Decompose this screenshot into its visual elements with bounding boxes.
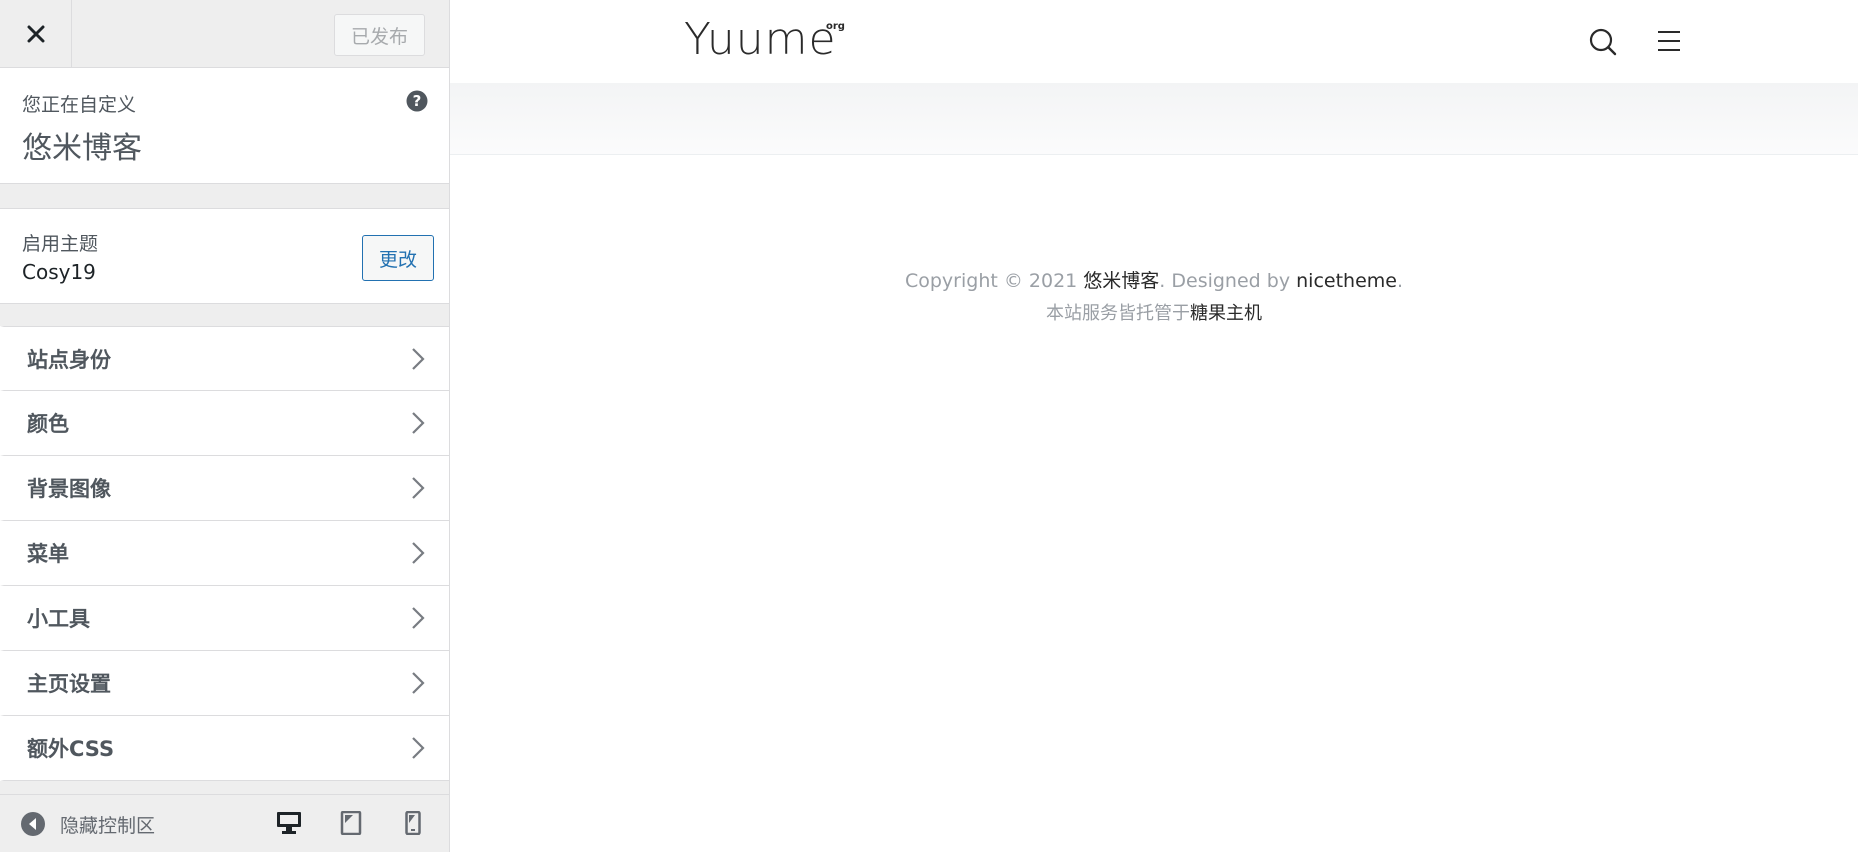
nav-menu-button[interactable]: [1657, 30, 1681, 56]
site-preview: Yuume org Copyright © 2021 悠米博客. Designe…: [450, 0, 1858, 852]
hosting-link[interactable]: 糖果主机: [1190, 303, 1262, 324]
customizer-sections: 站点身份 颜色 背景图像 菜单 小工具 主页设置 额外CSS: [0, 326, 449, 781]
tablet-preview-button[interactable]: [335, 807, 367, 839]
svg-text:?: ?: [413, 92, 422, 110]
section-homepage-settings[interactable]: 主页设置: [0, 651, 449, 716]
active-theme-panel: 启用主题 Cosy19 更改: [0, 208, 449, 304]
collapse-arrow-icon: [21, 812, 45, 836]
section-label: 背景图像: [27, 477, 111, 501]
site-title: 悠米博客: [22, 131, 142, 166]
mobile-icon: [405, 811, 421, 835]
search-icon: [1589, 28, 1617, 56]
section-label: 菜单: [27, 542, 69, 566]
chevron-right-icon: [412, 348, 425, 370]
close-icon: [27, 25, 44, 42]
section-additional-css[interactable]: 额外CSS: [0, 716, 449, 781]
site-logo[interactable]: Yuume: [684, 14, 837, 65]
mobile-preview-button[interactable]: [397, 807, 429, 839]
customizer-sidebar: 已发布 您正在自定义 悠米博客 ? 启用主题 Cosy19 更改 站点身份 颜色…: [0, 0, 450, 852]
chevron-right-icon: [412, 412, 425, 434]
section-background-image[interactable]: 背景图像: [0, 456, 449, 521]
help-icon: ?: [406, 90, 428, 112]
hosting-prefix: 本站服务皆托管于: [1046, 303, 1190, 324]
tablet-icon: [340, 811, 362, 835]
section-widgets[interactable]: 小工具: [0, 586, 449, 651]
collapse-label: 隐藏控制区: [60, 814, 156, 837]
help-button[interactable]: ?: [406, 90, 428, 116]
site-logo-suffix: org: [826, 21, 845, 32]
section-menus[interactable]: 菜单: [0, 521, 449, 586]
search-button[interactable]: [1589, 28, 1617, 60]
change-theme-button[interactable]: 更改: [362, 235, 434, 281]
device-preview-switcher: [273, 807, 429, 839]
section-label: 额外CSS: [27, 737, 115, 761]
copyright-line: Copyright © 2021 悠米博客. Designed by nicet…: [450, 266, 1858, 293]
chevron-right-icon: [412, 542, 425, 564]
hamburger-menu-icon: [1658, 31, 1680, 51]
customizing-label: 您正在自定义: [22, 94, 137, 116]
hosting-line: 本站服务皆托管于糖果主机: [450, 299, 1858, 325]
close-button[interactable]: [0, 0, 72, 67]
designer-link[interactable]: nicetheme: [1296, 270, 1397, 292]
section-site-identity[interactable]: 站点身份: [0, 326, 449, 391]
section-colors[interactable]: 颜色: [0, 391, 449, 456]
chevron-right-icon: [412, 477, 425, 499]
section-label: 主页设置: [27, 672, 111, 696]
customize-info: 您正在自定义 悠米博客 ?: [0, 68, 449, 184]
customizer-footer: 隐藏控制区: [0, 794, 449, 852]
copyright-suffix: .: [1396, 270, 1404, 292]
copyright-site-link[interactable]: 悠米博客: [1083, 270, 1159, 292]
desktop-preview-button[interactable]: [273, 807, 305, 839]
desktop-icon: [277, 812, 301, 834]
chevron-right-icon: [412, 607, 425, 629]
publish-button[interactable]: 已发布: [334, 14, 425, 56]
header-band: [450, 83, 1858, 155]
chevron-right-icon: [412, 672, 425, 694]
section-label: 颜色: [27, 412, 69, 436]
site-header: Yuume org: [450, 0, 1858, 83]
copyright-prefix: Copyright © 2021: [904, 270, 1084, 292]
collapse-sidebar-button[interactable]: 隐藏控制区: [20, 795, 155, 852]
section-label: 小工具: [27, 607, 90, 631]
copyright-mid: . Designed by: [1159, 270, 1297, 292]
chevron-right-icon: [412, 737, 425, 759]
customizer-header: 已发布: [0, 0, 449, 68]
section-label: 站点身份: [27, 347, 111, 372]
